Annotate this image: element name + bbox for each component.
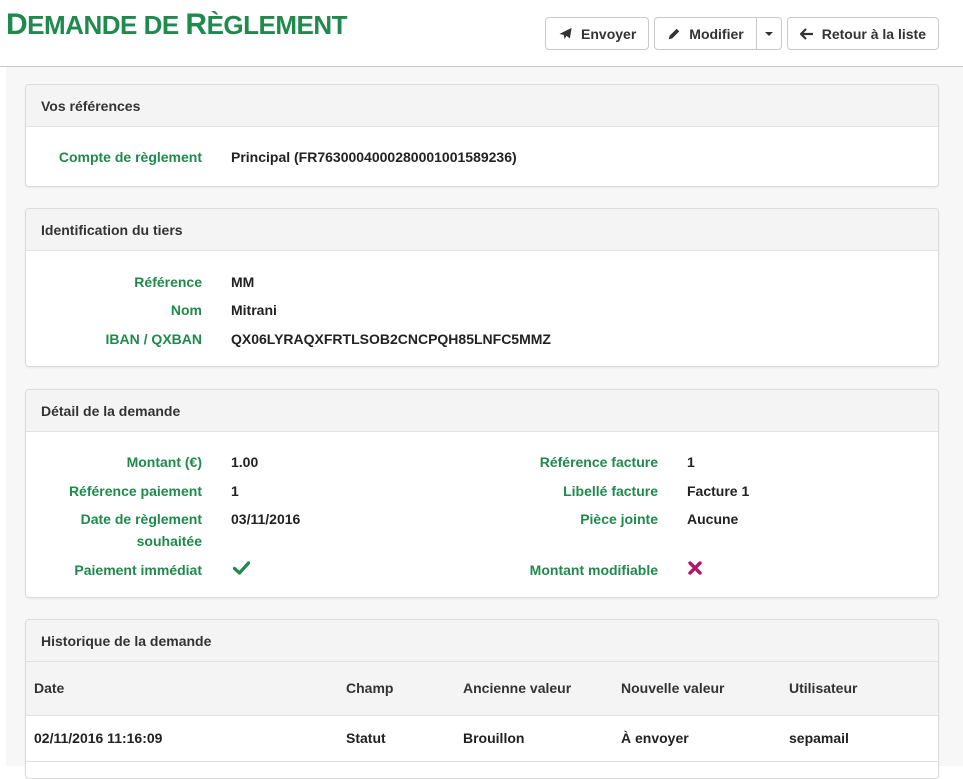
cell-new-value: À envoyer: [613, 715, 781, 761]
third-party-ref-value: MM: [231, 271, 254, 293]
table-row: 02/11/2016 11:16:09 Statut Brouillon À e…: [26, 715, 938, 761]
references-panel: Vos références Compte de règlement Princ…: [25, 84, 939, 187]
cell-field: Statut: [338, 715, 455, 761]
edit-button-group: Modifier: [654, 17, 781, 50]
paper-plane-icon: [558, 27, 573, 41]
title-part-2: ÈGLEMENT: [207, 10, 347, 40]
date-label-line1: Date de règlement: [81, 508, 202, 530]
detail-panel: Détail de la demande Montant (€) 1.00 Ré…: [25, 389, 939, 598]
third-party-ref-label: Référence: [134, 271, 202, 293]
immediate-payment-label: Paiement immédiat: [74, 559, 202, 581]
amount-label: Montant (€): [127, 451, 202, 473]
back-button-label: Retour à la liste: [822, 26, 926, 42]
toolbar: Envoyer Modifier Retour à la liste: [545, 17, 939, 50]
column-header-old-value[interactable]: Ancienne valeur: [455, 662, 613, 715]
back-to-list-button[interactable]: Retour à la liste: [787, 17, 939, 50]
history-panel: Historique de la demande Date Champ Anci…: [25, 619, 939, 779]
edit-button[interactable]: Modifier: [654, 17, 756, 50]
payment-ref-value: 1: [231, 480, 239, 502]
check-icon: [233, 559, 250, 581]
date-label-line2: souhaitée: [81, 530, 202, 552]
edit-dropdown-toggle[interactable]: [757, 17, 782, 50]
references-panel-title: Vos références: [26, 85, 938, 127]
third-party-panel-title: Identification du tiers: [26, 209, 938, 251]
amount-value: 1.00: [231, 451, 258, 473]
title-part: EMANDE DE: [27, 10, 185, 40]
column-header-user[interactable]: Utilisateur: [781, 662, 938, 715]
column-header-date[interactable]: Date: [26, 662, 338, 715]
invoice-label-value: Facture 1: [687, 480, 749, 502]
title-initial: D: [6, 8, 27, 41]
cell-user: sepamail: [781, 715, 938, 761]
title-initial-r: R: [185, 8, 206, 41]
cell-date: 02/11/2016 11:16:09: [26, 715, 338, 761]
account-label: Compte de règlement: [59, 146, 202, 168]
main-content: Vos références Compte de règlement Princ…: [6, 67, 963, 766]
cell-old-value: Brouillon: [455, 715, 613, 761]
date-value: 03/11/2016: [231, 508, 300, 530]
history-panel-title: Historique de la demande: [26, 620, 938, 662]
send-button[interactable]: Envoyer: [545, 17, 649, 50]
pencil-icon: [667, 27, 681, 41]
column-header-field[interactable]: Champ: [338, 662, 455, 715]
third-party-name-label: Nom: [171, 299, 202, 321]
history-header-row: Date Champ Ancienne valeur Nouvelle vale…: [26, 662, 938, 715]
date-label: Date de règlement souhaitée: [81, 508, 202, 552]
caret-down-icon: [764, 31, 774, 37]
attachment-label: Pièce jointe: [580, 508, 658, 530]
send-button-label: Envoyer: [581, 26, 636, 42]
page-title: DEMANDE DE RÈGLEMENT: [6, 8, 347, 42]
third-party-name-value: Mitrani: [231, 299, 277, 321]
cross-icon: [688, 559, 702, 581]
invoice-ref-label: Référence facture: [540, 451, 658, 473]
third-party-panel: Identification du tiers Référence MM Nom…: [25, 208, 939, 367]
arrow-left-icon: [800, 28, 814, 40]
invoice-label-label: Libellé facture: [563, 480, 658, 502]
invoice-ref-value: 1: [687, 451, 695, 473]
iban-value: QX06LYRAQXFRTLSOB2CNCPQH85LNFC5MMZ: [231, 328, 551, 350]
edit-button-label: Modifier: [689, 26, 743, 42]
attachment-value: Aucune: [687, 508, 738, 530]
iban-label: IBAN / QXBAN: [106, 328, 202, 350]
history-table: Date Champ Ancienne valeur Nouvelle vale…: [26, 662, 938, 762]
editable-amount-label: Montant modifiable: [530, 559, 658, 581]
account-value: Principal (FR7630004000280001001589236): [231, 146, 517, 168]
top-bar: DEMANDE DE RÈGLEMENT Envoyer Modifier Re…: [0, 0, 963, 67]
payment-ref-label: Référence paiement: [69, 480, 202, 502]
column-header-new-value[interactable]: Nouvelle valeur: [613, 662, 781, 715]
detail-panel-title: Détail de la demande: [26, 390, 938, 432]
